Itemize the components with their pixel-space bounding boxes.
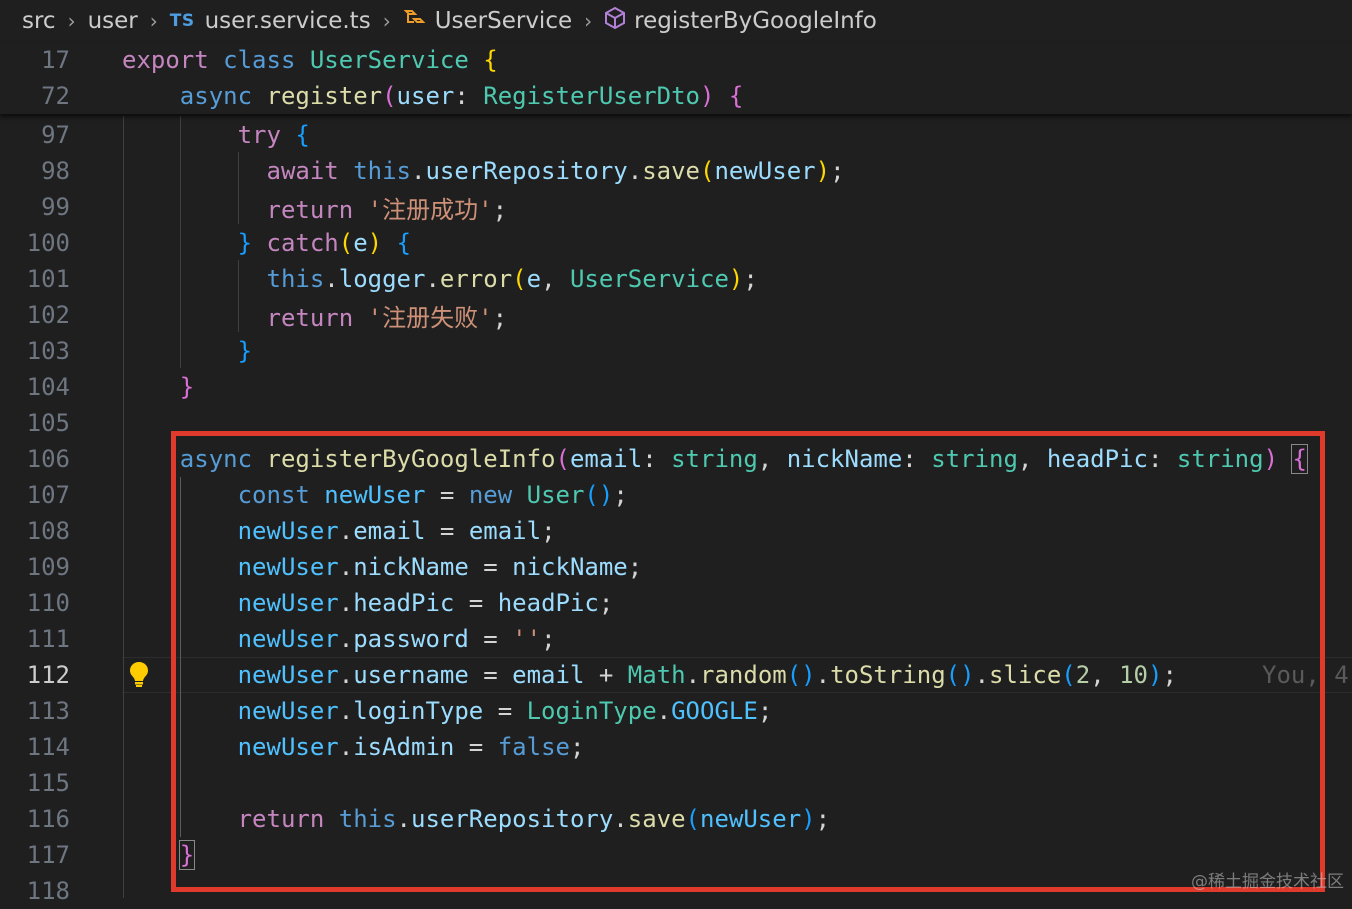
line-number: 103 [26, 337, 70, 365]
code-line[interactable]: 105 [0, 405, 1352, 441]
code-text: try { [237, 121, 310, 149]
line-number: 111 [26, 625, 70, 653]
line-number: 116 [26, 805, 70, 833]
indent-guide [180, 116, 181, 368]
line-number: 105 [26, 409, 70, 437]
code-line[interactable]: 109 newUser.nickName = nickName; [0, 549, 1352, 585]
method-icon [604, 6, 626, 36]
code-text: return this.userRepository.save(newUser)… [237, 805, 831, 833]
line-number: 72 [41, 82, 70, 110]
line-number: 17 [41, 46, 70, 74]
indent-guide [123, 116, 124, 898]
code-line[interactable]: 118 [0, 873, 1352, 909]
chevron-right-icon: › [382, 9, 391, 33]
line-number: 118 [26, 877, 70, 905]
code-text: newUser.isAdmin = false; [237, 733, 585, 761]
code-text: } [237, 337, 253, 365]
code-text: this.logger.error(e, UserService); [266, 265, 758, 293]
code-text: } [179, 373, 195, 401]
code-text: newUser.headPic = headPic; [237, 589, 614, 617]
class-icon [403, 7, 427, 35]
code-line[interactable]: 102 return '注册失败'; [0, 297, 1352, 333]
code-line[interactable]: 114 newUser.isAdmin = false; [0, 729, 1352, 765]
code-text: newUser.password = ''; [237, 625, 556, 653]
code-line[interactable]: 97 try { [0, 117, 1352, 153]
code-line[interactable]: 107 const newUser = new User(); [0, 477, 1352, 513]
line-number: 110 [26, 589, 70, 617]
code-line[interactable]: 72 async register(user: RegisterUserDto)… [0, 78, 1352, 114]
line-number: 99 [41, 193, 70, 221]
code-text: newUser.username = email + Math.random()… [237, 661, 1177, 689]
indent-guide [238, 152, 239, 224]
code-line[interactable]: 103 } [0, 333, 1352, 369]
code-line[interactable]: 116 return this.userRepository.save(newU… [0, 801, 1352, 837]
code-line[interactable]: 104 } [0, 369, 1352, 405]
code-text: const newUser = new User(); [237, 481, 628, 509]
code-line[interactable]: 99 return '注册成功'; [0, 189, 1352, 225]
code-text: newUser.nickName = nickName; [237, 553, 643, 581]
line-number: 115 [26, 769, 70, 797]
typescript-file-icon: TS [169, 11, 195, 31]
code-text: await this.userRepository.save(newUser); [266, 157, 845, 185]
line-number: 101 [26, 265, 70, 293]
breadcrumb-src[interactable]: src [22, 8, 56, 34]
code-text: } [178, 840, 196, 870]
breadcrumb-file[interactable]: user.service.ts [205, 8, 371, 34]
breadcrumb: src › user › TS user.service.ts › UserSe… [0, 0, 1352, 42]
code-line[interactable]: 112 newUser.username = email + Math.rand… [0, 657, 1352, 693]
line-number: 117 [26, 841, 70, 869]
code-line[interactable]: 110 newUser.headPic = headPic; [0, 585, 1352, 621]
code-line[interactable]: 111 newUser.password = ''; [0, 621, 1352, 657]
line-number: 98 [41, 157, 70, 185]
indent-guide [180, 477, 181, 837]
chevron-right-icon: › [67, 9, 76, 33]
line-number: 114 [26, 733, 70, 761]
breadcrumb-class[interactable]: UserService [435, 8, 572, 34]
breadcrumb-user[interactable]: user [88, 8, 138, 34]
line-number: 106 [26, 445, 70, 473]
code-text: } catch(e) { [237, 229, 412, 257]
code-text: export class UserService { [122, 46, 498, 74]
code-text: newUser.email = email; [237, 517, 556, 545]
code-line[interactable]: 106 async registerByGoogleInfo(email: st… [0, 441, 1352, 477]
chevron-right-icon: › [584, 9, 593, 33]
code-text: async register(user: RegisterUserDto) { [179, 82, 744, 110]
code-line[interactable]: 17 export class UserService { [0, 42, 1352, 78]
line-number: 104 [26, 373, 70, 401]
code-line[interactable]: 108 newUser.email = email; [0, 513, 1352, 549]
git-blame-annotation: You, 4 [1262, 661, 1349, 689]
code-line[interactable]: 117 } [0, 837, 1352, 873]
lightbulb-icon[interactable] [128, 660, 150, 692]
line-number: 100 [26, 229, 70, 257]
line-number: 102 [26, 301, 70, 329]
code-line[interactable]: 115 [0, 765, 1352, 801]
watermark: @稀土掘金技术社区 [1191, 872, 1344, 892]
code-text: newUser.loginType = LoginType.GOOGLE; [237, 697, 773, 725]
line-number: 108 [26, 517, 70, 545]
sticky-scroll-header[interactable]: 17 export class UserService { 72 async r… [0, 42, 1352, 114]
code-line[interactable]: 113 newUser.loginType = LoginType.GOOGLE… [0, 693, 1352, 729]
breadcrumb-method[interactable]: registerByGoogleInfo [634, 8, 877, 34]
line-number: 113 [26, 697, 70, 725]
line-number: 97 [41, 121, 70, 149]
line-number: 107 [26, 481, 70, 509]
indent-guide [238, 260, 239, 332]
chevron-right-icon: › [149, 9, 158, 33]
line-number: 109 [26, 553, 70, 581]
code-line[interactable]: 101 this.logger.error(e, UserService); [0, 261, 1352, 297]
code-text: async registerByGoogleInfo(email: string… [179, 444, 1308, 474]
line-number: 112 [26, 661, 70, 689]
code-line[interactable]: 100 } catch(e) { [0, 225, 1352, 261]
code-line[interactable]: 98 await this.userRepository.save(newUse… [0, 153, 1352, 189]
